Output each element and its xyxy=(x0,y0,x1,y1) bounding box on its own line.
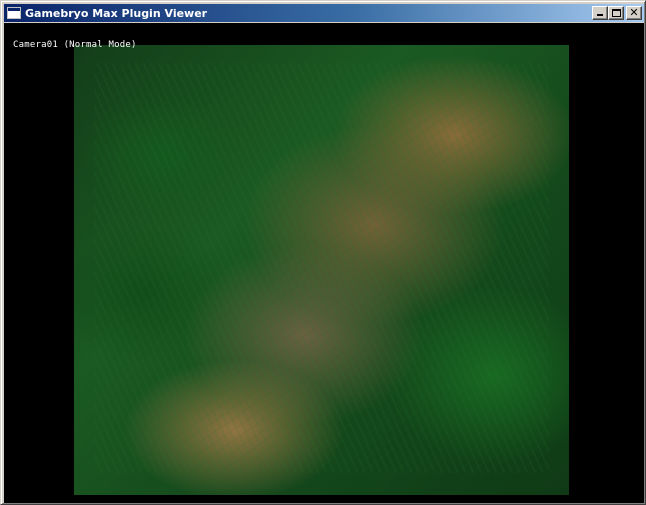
render-viewport[interactable]: Camera01 (Normal Mode) xyxy=(4,23,644,503)
app-window-icon[interactable] xyxy=(7,7,21,19)
grass-texture-overlay xyxy=(94,63,549,473)
minimize-button[interactable] xyxy=(592,6,608,20)
title-bar[interactable]: Gamebryo Max Plugin Viewer ✕ xyxy=(4,4,644,22)
minimize-icon xyxy=(597,14,603,16)
maximize-icon xyxy=(612,9,621,17)
camera-label: Camera01 (Normal Mode) xyxy=(13,40,137,50)
maximize-button[interactable] xyxy=(608,6,624,20)
window-title: Gamebryo Max Plugin Viewer xyxy=(25,6,208,20)
terrain-render xyxy=(74,45,569,495)
app-window: Gamebryo Max Plugin Viewer ✕ Camera01 (N… xyxy=(0,0,646,505)
close-icon: ✕ xyxy=(629,6,639,19)
caption-buttons: ✕ xyxy=(592,6,642,20)
close-button[interactable]: ✕ xyxy=(626,6,642,20)
